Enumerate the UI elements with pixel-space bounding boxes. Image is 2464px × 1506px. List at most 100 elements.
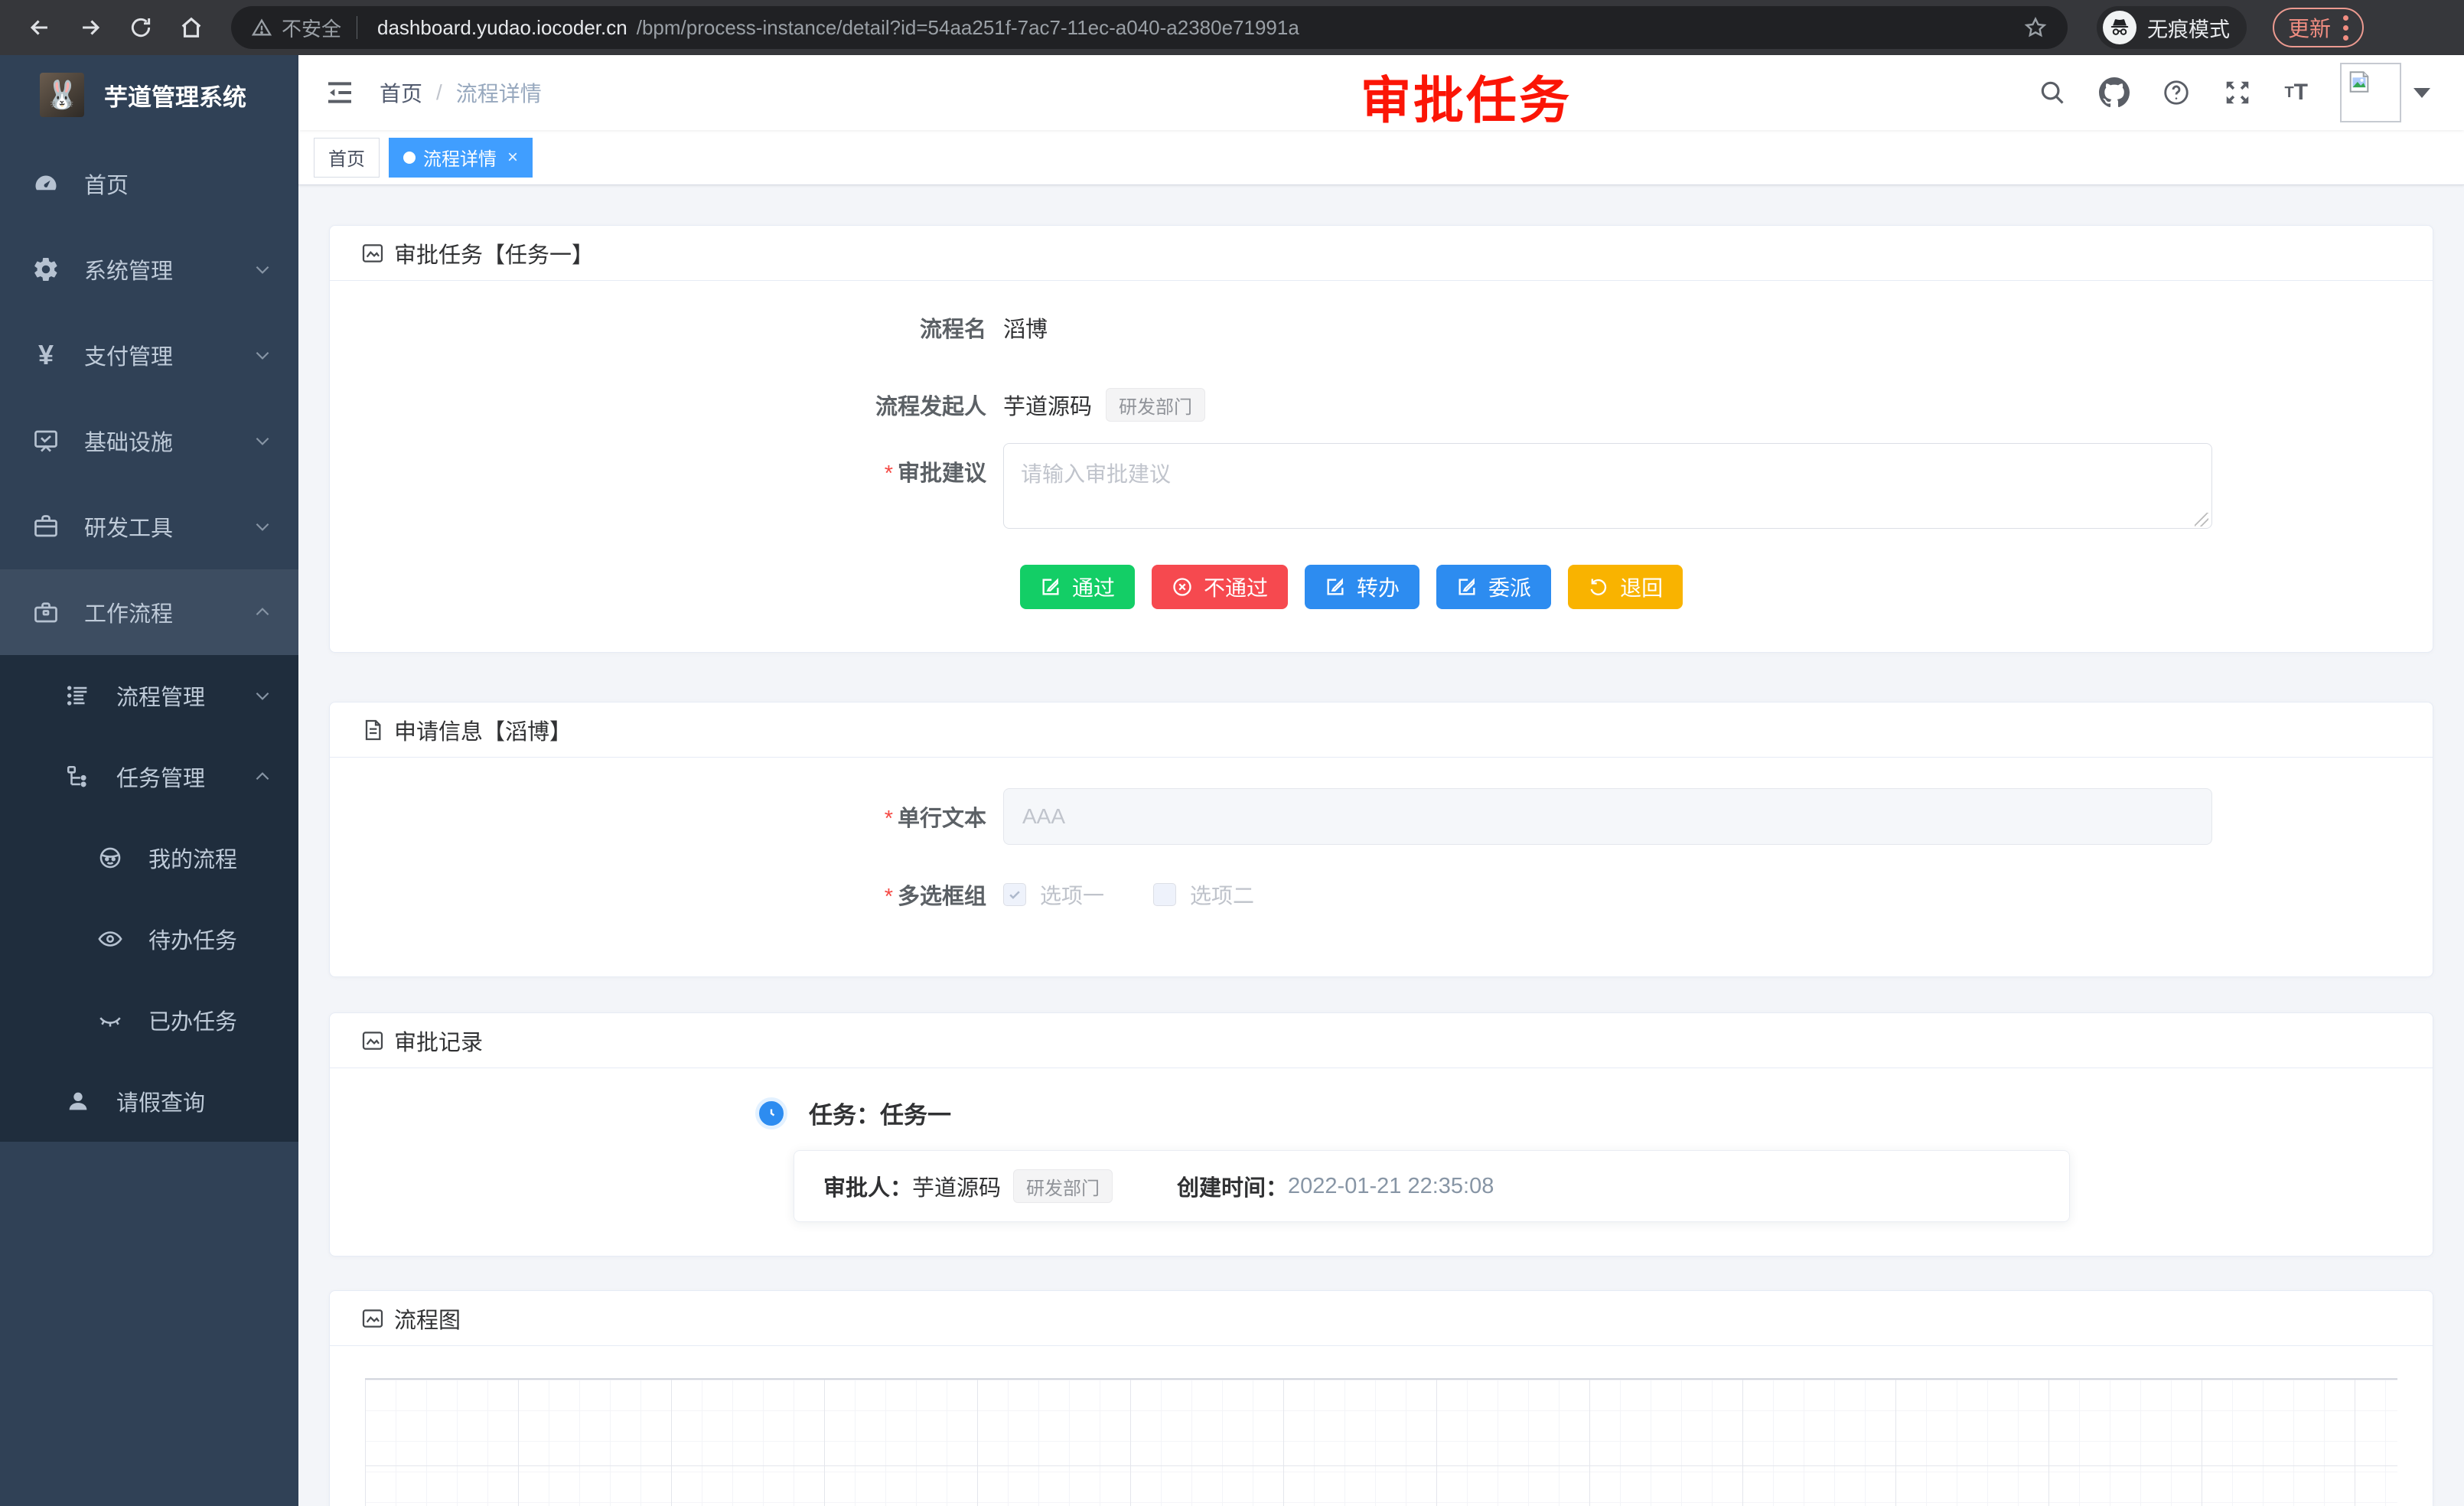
home-icon[interactable] — [170, 6, 213, 49]
resize-handle-icon[interactable] — [2195, 513, 2208, 526]
single-text-label: 单行文本 — [330, 800, 1003, 833]
tree-list-icon — [63, 683, 93, 709]
incognito-badge: 无痕模式 — [2097, 6, 2247, 49]
sidebar-item-infra[interactable]: 基础设施 — [0, 398, 298, 484]
sidebar-item-devtools[interactable]: 研发工具 — [0, 484, 298, 569]
sidebar-item-todo-task[interactable]: 待办任务 — [0, 898, 298, 980]
task-title: 任务：任务一 — [809, 1096, 951, 1130]
sidebar-item-system[interactable]: 系统管理 — [0, 227, 298, 312]
github-icon[interactable] — [2099, 77, 2130, 108]
sidebar-logo-row[interactable]: 🐰 芋道管理系统 — [0, 55, 298, 135]
tags-view-bar: 首页 流程详情 × — [298, 130, 2464, 185]
caret-down-icon — [2413, 88, 2430, 98]
edit-icon — [1325, 576, 1346, 598]
apply-info-card: 申请信息【滔博】 单行文本 多选框组 — [329, 702, 2433, 977]
address-bar[interactable]: 不安全 dashboard.yudao.iocoder.cn/bpm/proce… — [231, 6, 2068, 49]
org-tree-icon — [63, 764, 93, 790]
font-size-icon[interactable]: TT — [2284, 80, 2308, 106]
tab-label: 首页 — [328, 144, 365, 171]
page-content: 审批任务【任务一】 流程名 滔博 流程发起人 芋道源码 研发部门 — [298, 185, 2464, 1506]
incognito-icon — [2103, 11, 2136, 44]
breadcrumb: 首页 / 流程详情 — [380, 77, 542, 108]
reject-button[interactable]: 不通过 — [1152, 565, 1288, 609]
sidebar-item-task-mgmt[interactable]: 任务管理 — [0, 736, 298, 817]
sidebar-item-label: 待办任务 — [148, 923, 237, 955]
sidebar-item-pay[interactable]: ¥ 支付管理 — [0, 312, 298, 398]
transfer-button[interactable]: 转办 — [1305, 565, 1419, 609]
suggestion-textarea[interactable] — [1003, 443, 2212, 529]
card-title: 审批任务【任务一】 — [394, 237, 594, 269]
sidebar-item-label: 基础设施 — [84, 425, 173, 457]
dashboard-icon — [31, 170, 61, 197]
url-path[interactable]: /bpm/process-instance/detail?id=54aa251f… — [637, 16, 1299, 40]
update-label[interactable]: 更新 — [2288, 12, 2331, 43]
security-label[interactable]: 不安全 — [282, 14, 341, 42]
approver-label: 审批人： — [823, 1170, 912, 1202]
approval-record-card: 审批记录 任务：任务一 审批人： 芋道源码 研发部门 创建时间： 202 — [329, 1012, 2433, 1257]
checkbox-group-label: 多选框组 — [330, 878, 1003, 911]
approver-value: 芋道源码 — [912, 1170, 1001, 1202]
avatar[interactable] — [2340, 63, 2401, 122]
card-title: 审批记录 — [394, 1025, 483, 1057]
bpmn-canvas[interactable] — [365, 1378, 2397, 1506]
sidebar-item-label: 已办任务 — [148, 1004, 237, 1036]
tab-process-detail[interactable]: 流程详情 × — [389, 138, 533, 178]
search-icon[interactable] — [2038, 78, 2067, 107]
url-host[interactable]: dashboard.yudao.iocoder.cn — [377, 16, 627, 40]
process-name-label: 流程名 — [330, 311, 1003, 344]
collapse-sidebar-icon[interactable] — [324, 77, 355, 108]
chevron-up-icon — [253, 767, 272, 787]
help-icon[interactable] — [2162, 78, 2191, 107]
tab-home[interactable]: 首页 — [314, 138, 380, 178]
sidebar-item-label: 工作流程 — [84, 596, 173, 628]
gear-icon — [31, 256, 61, 283]
sidebar-item-process-mgmt[interactable]: 流程管理 — [0, 655, 298, 736]
workflow-submenu: 流程管理 任务管理 — [0, 655, 298, 1142]
created-label: 创建时间： — [1177, 1170, 1288, 1202]
incognito-label: 无痕模式 — [2147, 13, 2230, 43]
record-card-header: 审批记录 — [330, 1013, 2433, 1068]
sidebar-item-my-process[interactable]: 我的流程 — [0, 817, 298, 898]
face-icon — [95, 845, 125, 871]
flow-diagram-card: 流程图 — [329, 1290, 2433, 1506]
browser-update-button[interactable]: 更新 — [2273, 8, 2364, 47]
back-icon[interactable] — [18, 6, 61, 49]
approve-button[interactable]: 通过 — [1020, 565, 1135, 609]
app-logo: 🐰 — [40, 73, 84, 117]
reload-icon[interactable] — [119, 6, 162, 49]
timeline-clock-icon — [755, 1097, 787, 1130]
person-icon — [63, 1088, 93, 1114]
breadcrumb-separator: / — [436, 80, 442, 105]
edit-icon — [1456, 576, 1478, 598]
sidebar-item-label: 任务管理 — [116, 761, 205, 793]
dept-tag: 研发部门 — [1013, 1169, 1113, 1203]
single-text-input — [1003, 788, 2212, 845]
annotation-text: 审批任务 — [1361, 60, 1572, 133]
tab-label: 流程详情 — [423, 144, 497, 171]
forward-icon[interactable] — [69, 6, 112, 49]
sidebar-item-leave-query[interactable]: 请假查询 — [0, 1061, 298, 1142]
return-button[interactable]: 退回 — [1568, 565, 1683, 609]
document-icon — [360, 718, 385, 742]
sidebar: 🐰 芋道管理系统 首页 系统管理 ¥ 支付管理 — [0, 55, 298, 1506]
sidebar-item-label: 研发工具 — [84, 510, 173, 543]
browser-toolbar: 不安全 dashboard.yudao.iocoder.cn/bpm/proce… — [0, 0, 2464, 55]
active-dot-icon — [403, 152, 416, 164]
delegate-button[interactable]: 委派 — [1436, 565, 1551, 609]
browser-menu-icon[interactable] — [2343, 15, 2348, 41]
breadcrumb-home[interactable]: 首页 — [380, 77, 422, 108]
eye-closed-icon — [95, 1007, 125, 1033]
breadcrumb-current: 流程详情 — [456, 77, 542, 108]
sidebar-item-label: 支付管理 — [84, 339, 173, 371]
sidebar-item-workflow[interactable]: 工作流程 — [0, 569, 298, 655]
approval-card-header: 审批任务【任务一】 — [330, 226, 2433, 281]
sidebar-item-home[interactable]: 首页 — [0, 141, 298, 227]
close-icon[interactable]: × — [507, 147, 518, 168]
bookmark-star-icon[interactable] — [2023, 15, 2048, 40]
initiator-label: 流程发起人 — [330, 389, 1003, 421]
fullscreen-icon[interactable] — [2223, 78, 2252, 107]
sidebar-item-label: 我的流程 — [148, 842, 237, 874]
sidebar-item-done-task[interactable]: 已办任务 — [0, 980, 298, 1061]
user-menu[interactable] — [2340, 63, 2430, 122]
chevron-down-icon — [253, 431, 272, 451]
